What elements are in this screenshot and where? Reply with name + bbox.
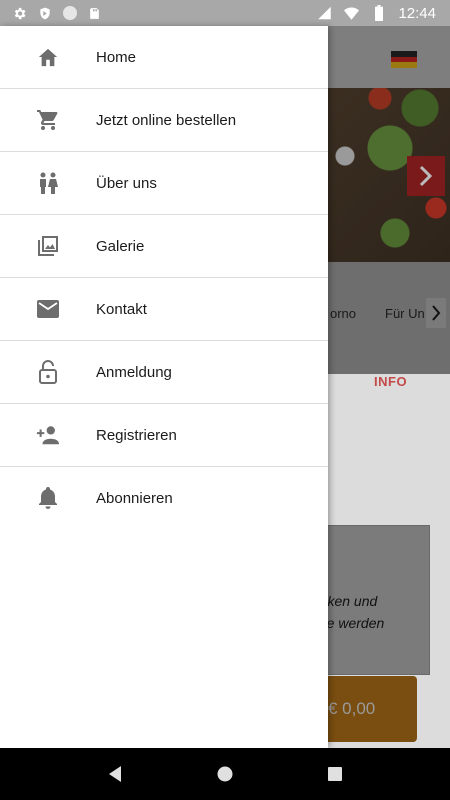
drawer-item-gallery[interactable]: Galerie — [0, 215, 328, 278]
circle-icon — [62, 6, 77, 21]
people-icon — [36, 171, 60, 195]
system-navigation-bar — [0, 748, 450, 800]
category-next-button[interactable] — [426, 298, 446, 328]
lock-open-icon — [36, 360, 60, 384]
person-add-icon — [36, 423, 60, 447]
navigation-drawer: Home Jetzt online bestellen Über uns Gal… — [0, 26, 328, 748]
mail-icon — [36, 297, 60, 321]
settings-icon — [12, 6, 27, 21]
home-button[interactable] — [205, 754, 245, 794]
shopping-cart-icon — [36, 108, 60, 132]
german-flag-icon[interactable] — [391, 51, 417, 69]
cell-signal-icon — [317, 6, 332, 21]
status-bar: 12:44 — [0, 0, 450, 26]
category-tab[interactable]: Für Un — [385, 306, 425, 321]
drawer-item-label: Kontakt — [96, 300, 147, 318]
drawer-item-label: Galerie — [96, 237, 145, 255]
home-icon — [36, 45, 60, 69]
drawer-item-subscribe[interactable]: Abonnieren — [0, 467, 328, 529]
recents-button[interactable] — [315, 754, 355, 794]
category-tab[interactable]: orno — [330, 306, 356, 321]
shield-icon — [37, 6, 52, 21]
drawer-item-order-online[interactable]: Jetzt online bestellen — [0, 89, 328, 152]
drawer-item-about-us[interactable]: Über uns — [0, 152, 328, 215]
tab-info[interactable]: INFO — [374, 374, 407, 389]
chevron-right-icon — [419, 165, 433, 187]
drawer-item-label: Über uns — [96, 174, 157, 192]
back-button[interactable] — [95, 754, 135, 794]
drawer-item-label: Jetzt online bestellen — [96, 111, 237, 129]
drawer-item-home[interactable]: Home — [0, 26, 328, 89]
chevron-right-icon — [432, 305, 441, 321]
battery-icon — [371, 5, 386, 21]
drawer-item-login[interactable]: Anmeldung — [0, 341, 328, 404]
drawer-item-contact[interactable]: Kontakt — [0, 278, 328, 341]
slider-next-button[interactable] — [407, 156, 445, 196]
home-circle-icon — [217, 766, 233, 782]
drawer-menu: Home Jetzt online bestellen Über uns Gal… — [0, 26, 328, 529]
recents-icon — [328, 767, 342, 781]
sd-card-icon — [87, 6, 102, 21]
clock: 12:44 — [398, 4, 436, 22]
back-icon — [109, 766, 121, 782]
photo-gallery-icon — [36, 234, 60, 258]
drawer-item-label: Home — [96, 48, 137, 66]
drawer-item-label: Anmeldung — [96, 363, 172, 381]
drawer-item-label: Abonnieren — [96, 489, 173, 507]
bell-icon — [36, 486, 60, 510]
drawer-item-label: Registrieren — [96, 426, 177, 444]
wifi-icon — [344, 6, 360, 21]
drawer-item-register[interactable]: Registrieren — [0, 404, 328, 467]
